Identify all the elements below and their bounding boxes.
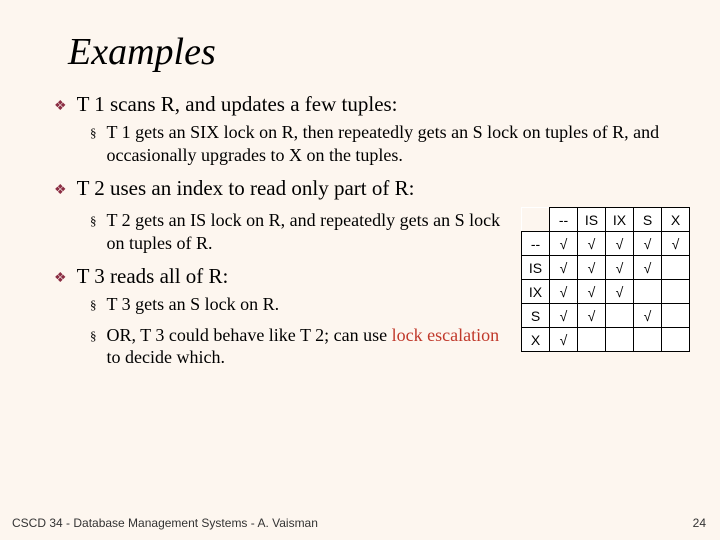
bullet-3: ❖ T 3 reads all of R:: [54, 264, 517, 289]
table-row: S √ √ √: [522, 304, 690, 328]
table-row: -- √ √ √ √ √: [522, 232, 690, 256]
col-header: IX: [606, 208, 634, 232]
bullet-2-sub-text: T 2 gets an IS lock on R, and repeatedly…: [107, 209, 508, 254]
cell: √: [606, 280, 634, 304]
square-icon: §: [90, 213, 97, 229]
bullet-3-sub2: § OR, T 3 could behave like T 2; can use…: [90, 324, 507, 369]
cell: √: [634, 256, 662, 280]
cell: √: [634, 232, 662, 256]
cell: √: [662, 232, 690, 256]
bullet-3-sub2-text: OR, T 3 could behave like T 2; can use l…: [107, 324, 508, 369]
compatibility-matrix: -- IS IX S X -- √ √ √ √ √ IS √ √ √ √: [521, 207, 690, 352]
col-header: S: [634, 208, 662, 232]
cell: √: [550, 232, 578, 256]
cell: [578, 328, 606, 352]
sub2-part-b: to decide which.: [107, 347, 225, 367]
cell: [662, 304, 690, 328]
table-header-row: -- IS IX S X: [522, 208, 690, 232]
cell: √: [550, 304, 578, 328]
row-header: IS: [522, 256, 550, 280]
cell: √: [578, 232, 606, 256]
cell: [634, 328, 662, 352]
cell: [634, 280, 662, 304]
diamond-icon: ❖: [54, 270, 67, 287]
cell: √: [606, 256, 634, 280]
bullet-1-sub: § T 1 gets an SIX lock on R, then repeat…: [90, 121, 660, 166]
slide-title: Examples: [68, 30, 690, 74]
square-icon: §: [90, 125, 97, 141]
bullet-1: ❖ T 1 scans R, and updates a few tuples:: [54, 92, 690, 117]
cell: √: [550, 328, 578, 352]
lock-escalation-highlight: lock escalation: [392, 325, 499, 345]
cell: √: [578, 280, 606, 304]
cell: [662, 280, 690, 304]
row-header: S: [522, 304, 550, 328]
table-row: X √: [522, 328, 690, 352]
table-row: IX √ √ √: [522, 280, 690, 304]
table-row: IS √ √ √ √: [522, 256, 690, 280]
bullet-2-text: T 2 uses an index to read only part of R…: [77, 176, 415, 201]
cell: √: [578, 304, 606, 328]
bullet-1-sub-text: T 1 gets an SIX lock on R, then repeated…: [107, 121, 661, 166]
sub2-part-a: OR, T 3 could behave like T 2; can use: [107, 325, 392, 345]
square-icon: §: [90, 328, 97, 344]
bullet-2: ❖ T 2 uses an index to read only part of…: [54, 176, 690, 201]
cell: √: [634, 304, 662, 328]
bullet-3-text: T 3 reads all of R:: [77, 264, 229, 289]
footer-left: CSCD 34 - Database Management Systems - …: [12, 516, 318, 530]
col-header: IS: [578, 208, 606, 232]
cell: √: [606, 232, 634, 256]
cell: [606, 328, 634, 352]
bullet-3-sub1: § T 3 gets an S lock on R.: [90, 293, 507, 316]
cell: √: [550, 256, 578, 280]
cell: [662, 256, 690, 280]
cell: √: [578, 256, 606, 280]
col-header: X: [662, 208, 690, 232]
col-header: --: [550, 208, 578, 232]
bullet-3-sub1-text: T 3 gets an S lock on R.: [107, 293, 280, 316]
table-corner: [522, 208, 550, 232]
cell: [662, 328, 690, 352]
diamond-icon: ❖: [54, 98, 67, 115]
page-number: 24: [693, 516, 706, 530]
cell: [606, 304, 634, 328]
cell: √: [550, 280, 578, 304]
row-header: IX: [522, 280, 550, 304]
row-header: --: [522, 232, 550, 256]
diamond-icon: ❖: [54, 182, 67, 199]
bullet-1-text: T 1 scans R, and updates a few tuples:: [77, 92, 398, 117]
square-icon: §: [90, 297, 97, 313]
row-header: X: [522, 328, 550, 352]
bullet-2-sub: § T 2 gets an IS lock on R, and repeated…: [90, 209, 507, 254]
